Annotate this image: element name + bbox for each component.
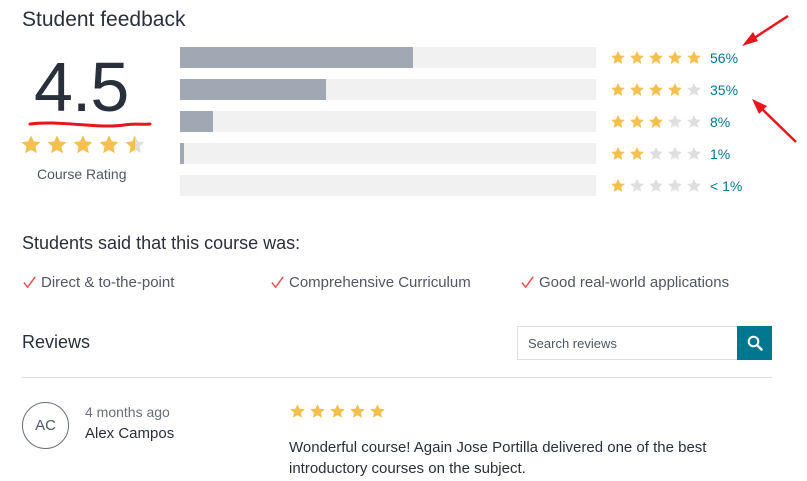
star-icon	[21, 135, 41, 154]
distribution-row-stars	[610, 82, 702, 98]
said-item-label: Direct & to-the-point	[41, 274, 175, 291]
students-said-title: Students said that this course was:	[22, 233, 301, 253]
distribution-row-3-star[interactable]: 8%	[180, 111, 750, 132]
star-icon	[687, 82, 701, 96]
reviews-title: Reviews	[22, 332, 91, 352]
distribution-row-2-star[interactable]: 1%	[180, 143, 750, 164]
said-item: Comprehensive Curriculum	[270, 274, 520, 291]
distribution-row-stars	[610, 146, 702, 162]
star-icon	[99, 135, 119, 154]
review-text: Wonderful course! Again Jose Portilla de…	[289, 439, 707, 477]
distribution-bar-fill	[180, 47, 413, 68]
star-icon	[310, 404, 325, 418]
distribution-bar-track	[180, 111, 596, 132]
distribution-bar-track	[180, 175, 596, 196]
star-icon	[73, 135, 93, 154]
distribution-row-5-star[interactable]: 56%	[180, 47, 750, 68]
rating-distribution: 56% 35% 8% 1% < 1%	[180, 47, 750, 207]
said-item-label: Good real-world applications	[539, 274, 730, 291]
divider	[22, 377, 772, 378]
star-icon	[687, 146, 701, 160]
distribution-row-stars	[610, 178, 702, 194]
check-icon	[521, 276, 534, 289]
star-icon	[668, 50, 682, 64]
star-icon	[668, 178, 682, 192]
distribution-bar-fill	[180, 111, 214, 132]
review-timestamp: 4 months ago	[85, 404, 170, 420]
arrow-annotation-bottom	[752, 99, 797, 143]
star-icon	[611, 50, 625, 64]
star-icon	[649, 82, 663, 96]
star-icon	[687, 114, 701, 128]
star-icon	[630, 114, 644, 128]
distribution-bar-fill	[180, 143, 185, 164]
distribution-row-stars	[610, 50, 702, 66]
star-icon	[649, 114, 663, 128]
distribution-row-1-star[interactable]: < 1%	[180, 175, 750, 196]
star-icon	[668, 82, 682, 96]
distribution-bar-track	[180, 79, 596, 100]
star-icon	[687, 178, 701, 192]
distribution-row-stars	[610, 114, 702, 130]
red-underline-annotation	[28, 121, 152, 128]
avatar-initials: AC	[35, 417, 56, 434]
page-title: Student feedback	[22, 8, 186, 31]
star-icon	[370, 404, 385, 418]
star-icon	[630, 50, 644, 64]
star-icon	[668, 114, 682, 128]
star-icon	[630, 82, 644, 96]
star-icon	[611, 82, 625, 96]
red-arrow-annotations	[742, 14, 797, 143]
distribution-bar-track	[180, 47, 596, 68]
check-icon	[23, 276, 36, 289]
search-reviews-input[interactable]	[517, 326, 737, 360]
check-icon	[271, 276, 284, 289]
search-button[interactable]	[737, 326, 772, 360]
star-icon	[630, 146, 644, 160]
search-icon	[747, 335, 763, 351]
review-rating-stars	[289, 403, 386, 420]
star-icon	[687, 50, 701, 64]
students-said-list: Direct & to-the-point Comprehensive Curr…	[22, 274, 729, 291]
star-icon	[649, 146, 663, 160]
said-item: Good real-world applications	[520, 274, 729, 291]
star-icon	[611, 114, 625, 128]
student-feedback-panel: Student feedback 4.5 Course Rating 56% 35…	[0, 0, 807, 481]
star-icon	[649, 178, 663, 192]
star-icon	[330, 404, 345, 418]
star-icon	[290, 404, 305, 418]
star-icon	[47, 135, 67, 154]
reviewer-name: Alex Campos	[85, 425, 175, 442]
star-icon	[350, 404, 365, 418]
average-rating-value: 4.5	[34, 48, 129, 126]
said-item: Direct & to-the-point	[22, 274, 270, 291]
star-icon	[611, 178, 625, 192]
distribution-row-4-star[interactable]: 35%	[180, 79, 750, 100]
distribution-bar-fill	[180, 79, 326, 100]
star-icon	[125, 135, 145, 154]
star-icon	[611, 146, 625, 160]
distribution-bar-track	[180, 143, 596, 164]
arrow-annotation-top	[742, 14, 789, 46]
star-icon	[649, 50, 663, 64]
star-icon	[630, 178, 644, 192]
distribution-percent-link[interactable]: < 1%	[710, 178, 750, 194]
said-item-label: Comprehensive Curriculum	[289, 274, 471, 291]
average-rating-stars	[20, 134, 146, 156]
avatar: AC	[22, 402, 69, 449]
course-rating-label: Course Rating	[37, 166, 127, 182]
star-icon	[668, 146, 682, 160]
